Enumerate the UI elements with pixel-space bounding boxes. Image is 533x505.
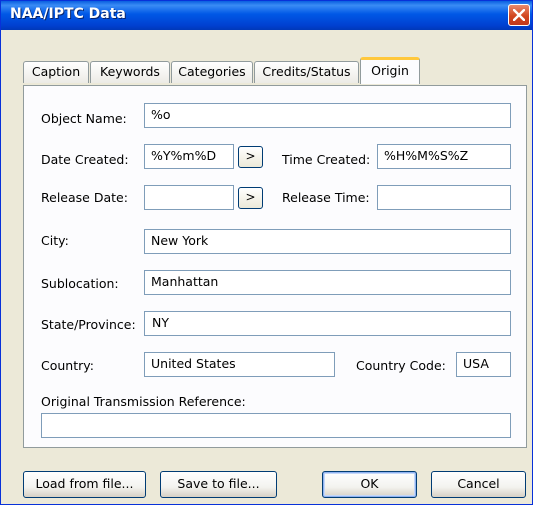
close-icon	[513, 9, 525, 21]
city-field[interactable]: New York	[144, 229, 511, 254]
save-to-file-button[interactable]: Save to file...	[160, 471, 277, 498]
object-name-label: Object Name:	[41, 111, 127, 126]
country-label: Country:	[41, 358, 94, 373]
load-from-file-button[interactable]: Load from file...	[23, 471, 146, 498]
sublocation-field[interactable]: Manhattan	[144, 270, 511, 295]
dialog-window: NAA/IPTC Data Caption Keywords Categorie…	[0, 0, 533, 505]
release-date-arrow-button[interactable]: >	[238, 187, 263, 209]
title-bar[interactable]: NAA/IPTC Data	[1, 1, 532, 30]
release-time-label: Release Time:	[282, 190, 370, 205]
tab-categories[interactable]: Categories	[171, 61, 253, 83]
tab-origin[interactable]: Origin	[360, 57, 420, 84]
country-code-label: Country Code:	[356, 358, 446, 373]
tab-caption[interactable]: Caption	[23, 61, 89, 83]
sublocation-label: Sublocation:	[41, 276, 119, 291]
date-created-arrow-button[interactable]: >	[238, 146, 263, 168]
city-label: City:	[41, 233, 69, 248]
cancel-button[interactable]: Cancel	[431, 471, 526, 498]
window-title: NAA/IPTC Data	[10, 6, 126, 22]
state-province-field[interactable]: NY	[144, 311, 511, 336]
release-time-field[interactable]	[377, 185, 511, 210]
original-transmission-reference-field[interactable]	[41, 413, 511, 438]
time-created-label: Time Created:	[282, 152, 371, 167]
release-date-field[interactable]	[144, 185, 234, 210]
tab-keywords[interactable]: Keywords	[90, 61, 170, 83]
state-province-label: State/Province:	[41, 317, 136, 332]
ok-button[interactable]: OK	[322, 471, 417, 498]
country-code-field[interactable]: USA	[456, 352, 511, 377]
original-transmission-reference-label: Original Transmission Reference:	[41, 394, 246, 409]
date-created-field[interactable]: %Y%m%D	[144, 144, 234, 169]
date-created-label: Date Created:	[41, 152, 129, 167]
country-field[interactable]: United States	[144, 352, 335, 377]
release-date-label: Release Date:	[41, 190, 128, 205]
object-name-field[interactable]: %o	[144, 103, 511, 128]
time-created-field[interactable]: %H%M%S%Z	[377, 144, 511, 169]
close-button[interactable]	[508, 4, 530, 26]
tab-credits-status[interactable]: Credits/Status	[254, 61, 359, 83]
